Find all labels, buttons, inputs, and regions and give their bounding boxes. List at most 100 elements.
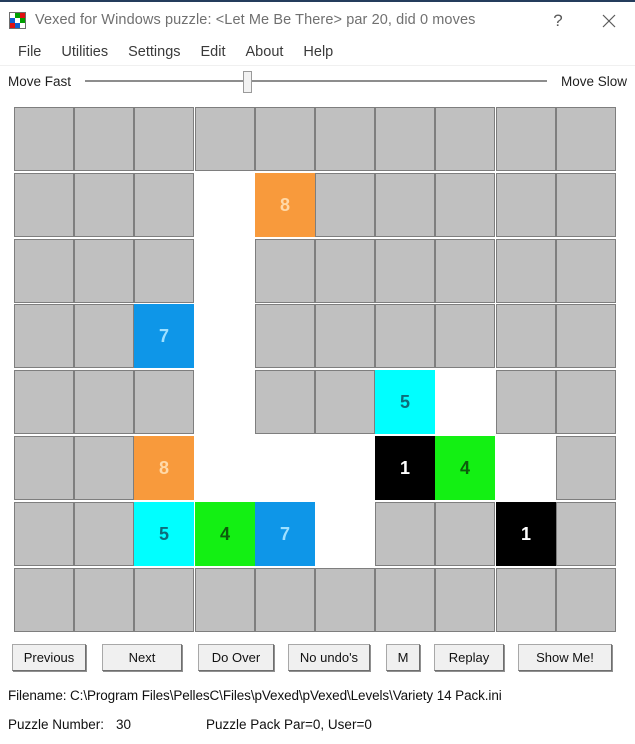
puzzle-pack-par: Puzzle Pack Par=0, User=0	[206, 717, 372, 732]
piece-label: 1	[520, 524, 531, 544]
board-wall-cell	[74, 304, 134, 368]
board-wall-cell	[375, 502, 435, 566]
board-wall-cell	[74, 370, 134, 434]
vexed-app-icon	[9, 11, 26, 29]
board-piece[interactable]: 8	[134, 436, 194, 500]
close-icon[interactable]	[587, 2, 631, 40]
puzzle-status-row: Puzzle Number: 30 Puzzle Pack Par=0, Use…	[8, 717, 628, 732]
board-wall-cell	[14, 502, 74, 566]
board-wall-cell	[134, 173, 194, 237]
board-wall-cell	[315, 304, 375, 368]
board-wall-cell	[14, 370, 74, 434]
window-title: Vexed for Windows puzzle: <Let Me Be The…	[35, 12, 476, 28]
help-button[interactable]: ?	[536, 2, 580, 40]
board-wall-cell	[556, 304, 616, 368]
board-wall-cell	[496, 370, 556, 434]
filename-status: Filename: C:\Program Files\PellesC\Files…	[8, 688, 502, 703]
board-piece[interactable]: 7	[255, 502, 315, 566]
speed-slider-row: Move Fast Move Slow	[0, 66, 635, 96]
previous-button[interactable]: Previous	[12, 644, 86, 671]
replay-button[interactable]: Replay	[434, 644, 504, 671]
board-wall-cell	[255, 370, 315, 434]
board-piece[interactable]: 5	[375, 370, 435, 434]
board-wall-cell	[315, 107, 375, 171]
speed-slider-track[interactable]	[85, 69, 547, 93]
board-wall-cell	[255, 568, 315, 632]
board-wall-cell	[14, 568, 74, 632]
board-wall-cell	[74, 436, 134, 500]
control-button-row: Previous Next Do Over No undo's M Replay Show …	[0, 644, 635, 676]
piece-label: 1	[399, 458, 410, 478]
board-piece[interactable]: 4	[435, 436, 495, 500]
board-piece[interactable]: 4	[195, 502, 255, 566]
piece-label: 5	[399, 392, 410, 412]
piece-label: 7	[279, 524, 290, 544]
board-wall-cell	[14, 173, 74, 237]
piece-label: 7	[158, 326, 169, 346]
menu-item-about[interactable]: About	[236, 42, 294, 62]
board-wall-cell	[74, 502, 134, 566]
board-piece[interactable]: 1	[496, 502, 556, 566]
menu-item-help[interactable]: Help	[293, 42, 343, 62]
board-empty-cell[interactable]	[255, 436, 315, 500]
board-wall-cell	[435, 107, 495, 171]
board-wall-cell	[556, 502, 616, 566]
piece-label: 4	[219, 524, 230, 544]
menu-bar: File Utilities Settings Edit About Help	[0, 38, 635, 66]
no-undos-button[interactable]: No undo's	[288, 644, 370, 671]
piece-label: 8	[279, 195, 290, 215]
slider-line	[85, 80, 547, 82]
board-empty-cell[interactable]	[195, 436, 255, 500]
board-wall-cell	[315, 370, 375, 434]
board-wall-cell	[134, 107, 194, 171]
board-wall-cell	[435, 502, 495, 566]
board-empty-cell[interactable]	[315, 502, 375, 566]
board-empty-cell[interactable]	[435, 370, 495, 434]
board-wall-cell	[556, 436, 616, 500]
menu-item-settings[interactable]: Settings	[118, 42, 190, 62]
m-button[interactable]: M	[386, 644, 420, 671]
board-wall-cell	[435, 239, 495, 303]
piece-label: 8	[158, 458, 169, 478]
vexed-game-board[interactable]: 8 7 5 8 1 4 5 4 7 1	[14, 107, 616, 632]
board-piece[interactable]: 7	[134, 304, 194, 368]
board-wall-cell	[375, 568, 435, 632]
board-piece[interactable]: 8	[255, 173, 315, 237]
board-wall-cell	[496, 107, 556, 171]
board-empty-cell[interactable]	[195, 370, 255, 434]
board-wall-cell	[74, 107, 134, 171]
board-wall-cell	[375, 173, 435, 237]
menu-item-utilities[interactable]: Utilities	[51, 42, 118, 62]
do-over-button[interactable]: Do Over	[198, 644, 274, 671]
board-wall-cell	[496, 239, 556, 303]
next-button[interactable]: Next	[102, 644, 182, 671]
board-wall-cell	[255, 239, 315, 303]
board-wall-cell	[556, 370, 616, 434]
slider-thumb[interactable]	[243, 71, 253, 93]
show-me-button[interactable]: Show Me!	[518, 644, 612, 671]
piece-label: 5	[158, 524, 169, 544]
board-empty-cell[interactable]	[496, 436, 556, 500]
board-wall-cell	[14, 107, 74, 171]
title-bar: Vexed for Windows puzzle: <Let Me Be The…	[0, 0, 635, 38]
menu-item-file[interactable]: File	[8, 42, 51, 62]
board-wall-cell	[255, 304, 315, 368]
board-wall-cell	[556, 107, 616, 171]
board-wall-cell	[556, 568, 616, 632]
board-wall-cell	[556, 239, 616, 303]
board-wall-cell	[496, 568, 556, 632]
board-empty-cell[interactable]	[315, 436, 375, 500]
board-wall-cell	[435, 304, 495, 368]
board-wall-cell	[375, 239, 435, 303]
board-piece[interactable]: 5	[134, 502, 194, 566]
board-wall-cell	[134, 239, 194, 303]
board-wall-cell	[14, 239, 74, 303]
board-empty-cell[interactable]	[195, 239, 255, 303]
board-wall-cell	[74, 568, 134, 632]
menu-item-edit[interactable]: Edit	[191, 42, 236, 62]
board-wall-cell	[74, 239, 134, 303]
status-area: Filename: C:\Program Files\PellesC\Files…	[8, 688, 628, 732]
board-piece[interactable]: 1	[375, 436, 435, 500]
board-empty-cell[interactable]	[195, 173, 255, 237]
board-empty-cell[interactable]	[195, 304, 255, 368]
